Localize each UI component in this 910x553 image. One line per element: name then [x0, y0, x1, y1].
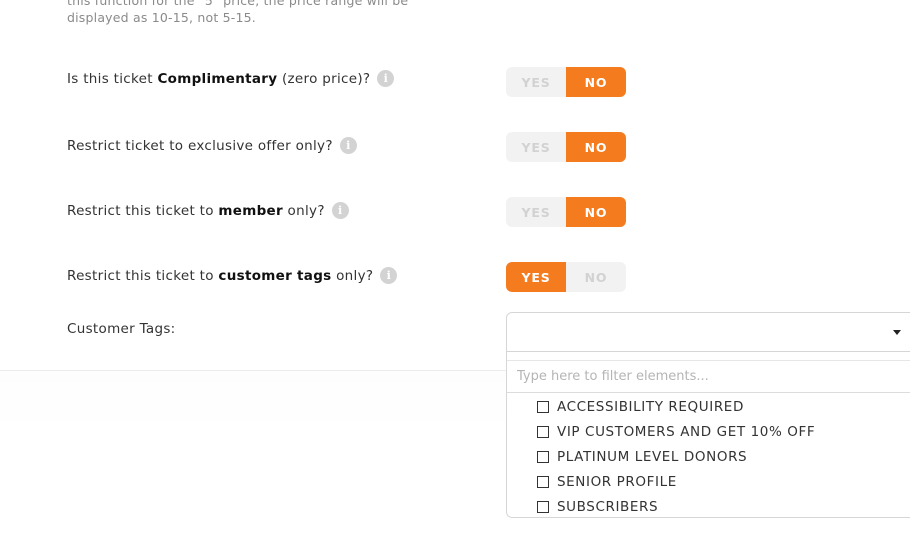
option-label: VIP CUSTOMERS AND GET 10% OFF [557, 423, 816, 440]
price-range-help-text: this function for the "5" price, the pri… [67, 0, 427, 26]
exclusive-offer-yes-option[interactable]: YES [506, 132, 566, 162]
question-text-start: Restrict this ticket to [67, 267, 219, 284]
complimentary-toggle[interactable]: YES NO [506, 67, 626, 97]
filter-input[interactable] [507, 360, 910, 393]
exclusive-offer-question: Restrict ticket to exclusive offer only?… [67, 137, 357, 154]
complimentary-yes-option[interactable]: YES [506, 67, 566, 97]
customer-tags-question: Restrict this ticket to customer tags on… [67, 267, 398, 284]
info-icon[interactable]: i [377, 70, 395, 87]
exclusive-offer-no-option[interactable]: NO [566, 132, 626, 162]
question-text-bold: member [218, 202, 283, 219]
question-text-start: Is this ticket [67, 70, 158, 87]
help-text-line-1: this function for the "5" price, the pri… [67, 0, 409, 8]
option-accessibility-required[interactable]: ACCESSIBILITY REQUIRED [537, 394, 815, 419]
customer-tags-no-option[interactable]: NO [566, 262, 626, 292]
footer-background [0, 371, 506, 433]
question-text-bold: Complimentary [157, 70, 278, 87]
customer-tags-options: ACCESSIBILITY REQUIRED VIP CUSTOMERS AND… [537, 394, 815, 519]
customer-tags-toggle[interactable]: YES NO [506, 262, 626, 292]
customer-tags-label-text: Customer Tags: [67, 321, 176, 337]
option-subscribers[interactable]: SUBSCRIBERS [537, 494, 815, 519]
customer-tags-select[interactable] [506, 312, 910, 352]
info-icon[interactable]: i [380, 267, 398, 284]
complimentary-no-option[interactable]: NO [566, 67, 626, 97]
option-label: SENIOR PROFILE [557, 473, 677, 490]
customer-tags-yes-option[interactable]: YES [506, 262, 566, 292]
info-icon[interactable]: i [331, 202, 349, 219]
checkbox-icon[interactable] [537, 400, 549, 413]
info-icon[interactable]: i [339, 137, 357, 154]
question-text-bold: customer tags [218, 267, 332, 284]
question-text-start: Restrict ticket to exclusive offer only? [67, 137, 333, 154]
member-only-question: Restrict this ticket to member only? i [67, 202, 349, 219]
complimentary-question: Is this ticket Complimentary (zero price… [67, 70, 395, 87]
option-platinum-level-donors[interactable]: PLATINUM LEVEL DONORS [537, 444, 815, 469]
checkbox-icon[interactable] [537, 475, 549, 488]
exclusive-offer-toggle[interactable]: YES NO [506, 132, 626, 162]
customer-tags-dropdown: ACCESSIBILITY REQUIRED VIP CUSTOMERS AND… [506, 351, 910, 518]
member-only-no-option[interactable]: NO [566, 197, 626, 227]
member-only-yes-option[interactable]: YES [506, 197, 566, 227]
option-label: PLATINUM LEVEL DONORS [557, 448, 748, 465]
member-only-toggle[interactable]: YES NO [506, 197, 626, 227]
option-vip-customers[interactable]: VIP CUSTOMERS AND GET 10% OFF [537, 419, 815, 444]
checkbox-icon[interactable] [537, 500, 549, 513]
question-text-end: only? [331, 267, 374, 284]
question-text-end: (zero price)? [277, 70, 371, 87]
chevron-down-icon[interactable] [893, 330, 901, 335]
option-label: SUBSCRIBERS [557, 498, 659, 515]
option-senior-profile[interactable]: SENIOR PROFILE [537, 469, 815, 494]
customer-tags-label: Customer Tags: [67, 321, 176, 337]
checkbox-icon[interactable] [537, 425, 549, 438]
question-text-start: Restrict this ticket to [67, 202, 219, 219]
option-label: ACCESSIBILITY REQUIRED [557, 398, 744, 415]
help-text-line-2: displayed as 10-15, not 5-15. [67, 10, 256, 25]
checkbox-icon[interactable] [537, 450, 549, 463]
question-text-end: only? [282, 202, 325, 219]
